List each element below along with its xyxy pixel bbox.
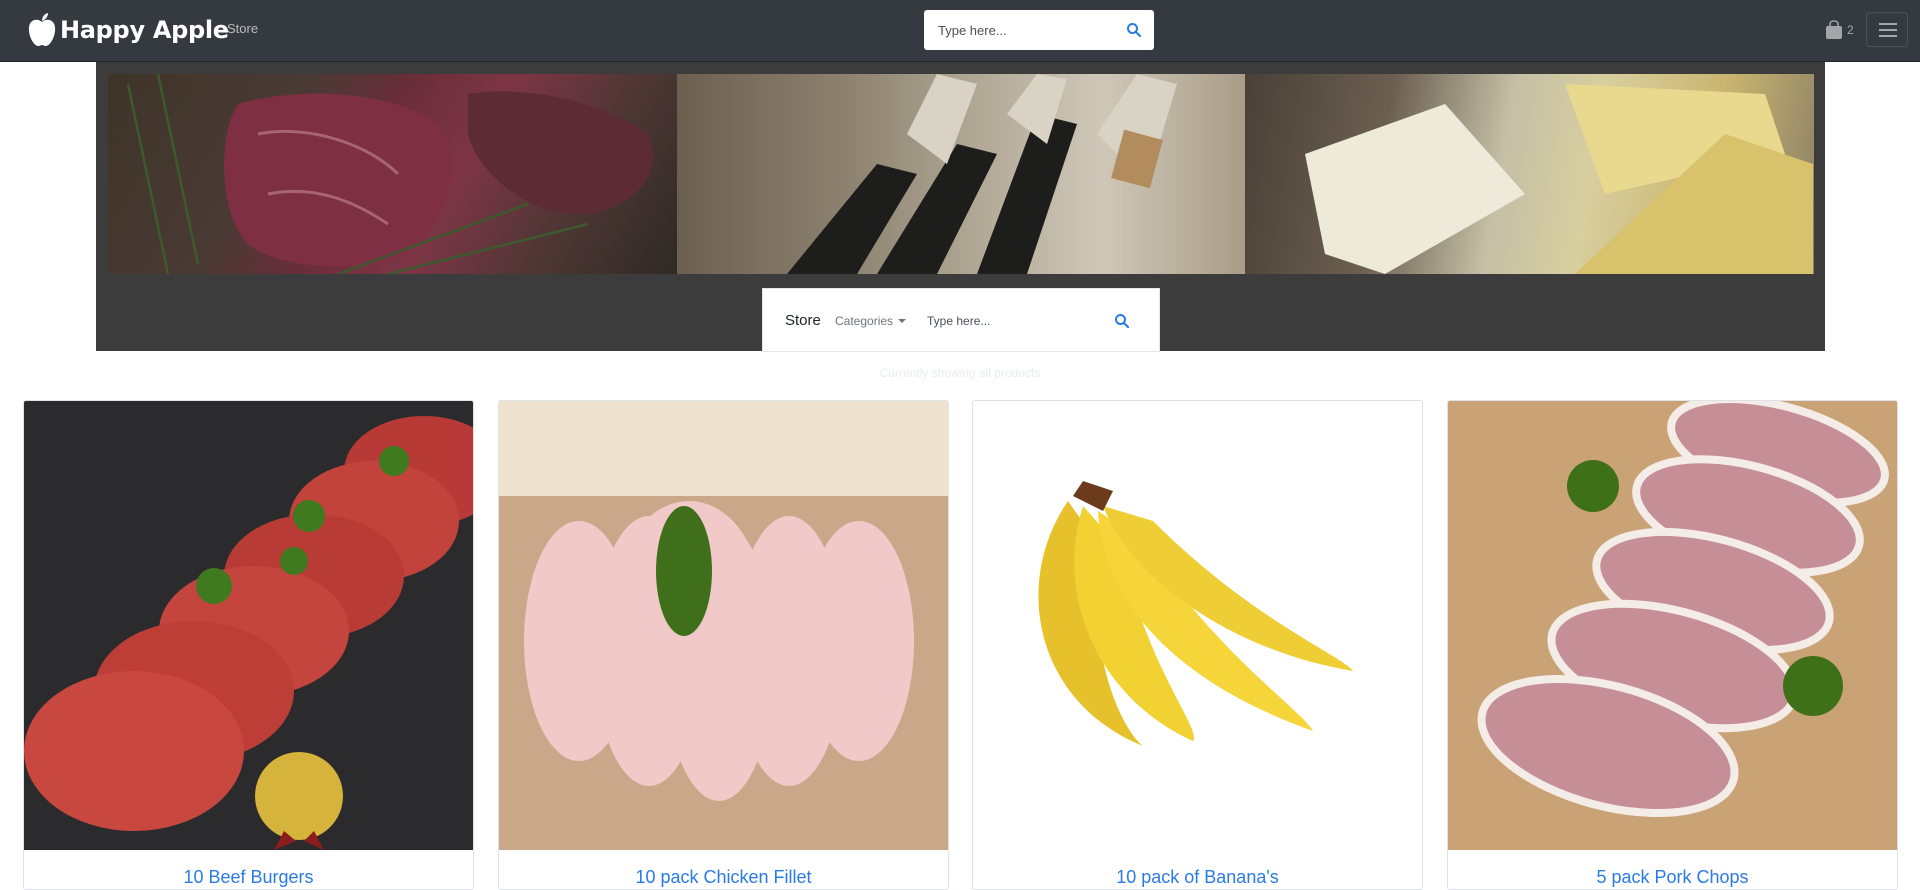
search-icon[interactable] — [1114, 313, 1130, 329]
store-title: Store — [785, 312, 821, 329]
hamburger-line — [1879, 29, 1897, 31]
shopping-bag-icon — [1826, 20, 1842, 39]
wine-illustration — [786, 74, 1177, 274]
top-search-form — [924, 10, 1154, 50]
store-search-bar: Store Categories — [762, 288, 1160, 352]
product-title-link[interactable]: 5 pack Pork Chops — [1448, 867, 1897, 888]
chicken-illustration — [499, 401, 948, 850]
banner-image-wine — [676, 74, 1246, 274]
hero-banner — [108, 74, 1814, 274]
categories-label: Categories — [835, 314, 894, 328]
caret-down-icon — [898, 319, 907, 323]
meat-illustration — [126, 74, 654, 274]
store-search-input[interactable] — [927, 309, 1087, 333]
cart-count: 2 — [1847, 23, 1854, 37]
product-title-link[interactable]: 10 Beef Burgers — [24, 867, 473, 888]
categories-dropdown[interactable]: Categories — [835, 314, 907, 328]
product-image-pork[interactable] — [1448, 401, 1897, 850]
cart-button[interactable]: 2 — [1825, 20, 1854, 40]
top-navbar: Happy Apple Store 2 — [0, 0, 1920, 62]
nav-store-link[interactable]: Store — [227, 21, 258, 36]
product-image-burgers[interactable] — [24, 401, 473, 850]
menu-toggle-button[interactable] — [1866, 12, 1908, 47]
bananas-illustration — [973, 401, 1422, 850]
product-card[interactable]: 10 pack of Banana's — [972, 400, 1423, 890]
hamburger-menu-icon — [1879, 23, 1897, 25]
banner-image-meat — [108, 74, 677, 274]
product-card[interactable]: 10 Beef Burgers — [23, 400, 474, 890]
product-card[interactable]: 10 pack Chicken Fillet — [498, 400, 949, 890]
brand-name: Happy Apple — [60, 16, 229, 44]
pork-illustration — [1448, 401, 1897, 850]
product-grid: 10 Beef Burgers 10 pack Chicken Fillet 1… — [23, 400, 1899, 890]
hamburger-line — [1879, 35, 1897, 37]
product-image-chicken[interactable] — [499, 401, 948, 850]
product-image-bananas[interactable] — [973, 401, 1422, 850]
showing-status-text: Currently showing all products — [879, 366, 1041, 380]
cheese-illustration — [1305, 84, 1814, 274]
product-card[interactable]: 5 pack Pork Chops — [1447, 400, 1898, 890]
brand-logo-link[interactable]: Happy Apple — [26, 10, 229, 50]
search-icon[interactable] — [1126, 22, 1142, 38]
burgers-illustration — [24, 401, 473, 850]
apple-icon — [28, 13, 56, 46]
product-title-link[interactable]: 10 pack of Banana's — [973, 867, 1422, 888]
top-search-input[interactable] — [938, 20, 1108, 40]
banner-image-cheese — [1245, 74, 1814, 274]
product-title-link[interactable]: 10 pack Chicken Fillet — [499, 867, 948, 888]
